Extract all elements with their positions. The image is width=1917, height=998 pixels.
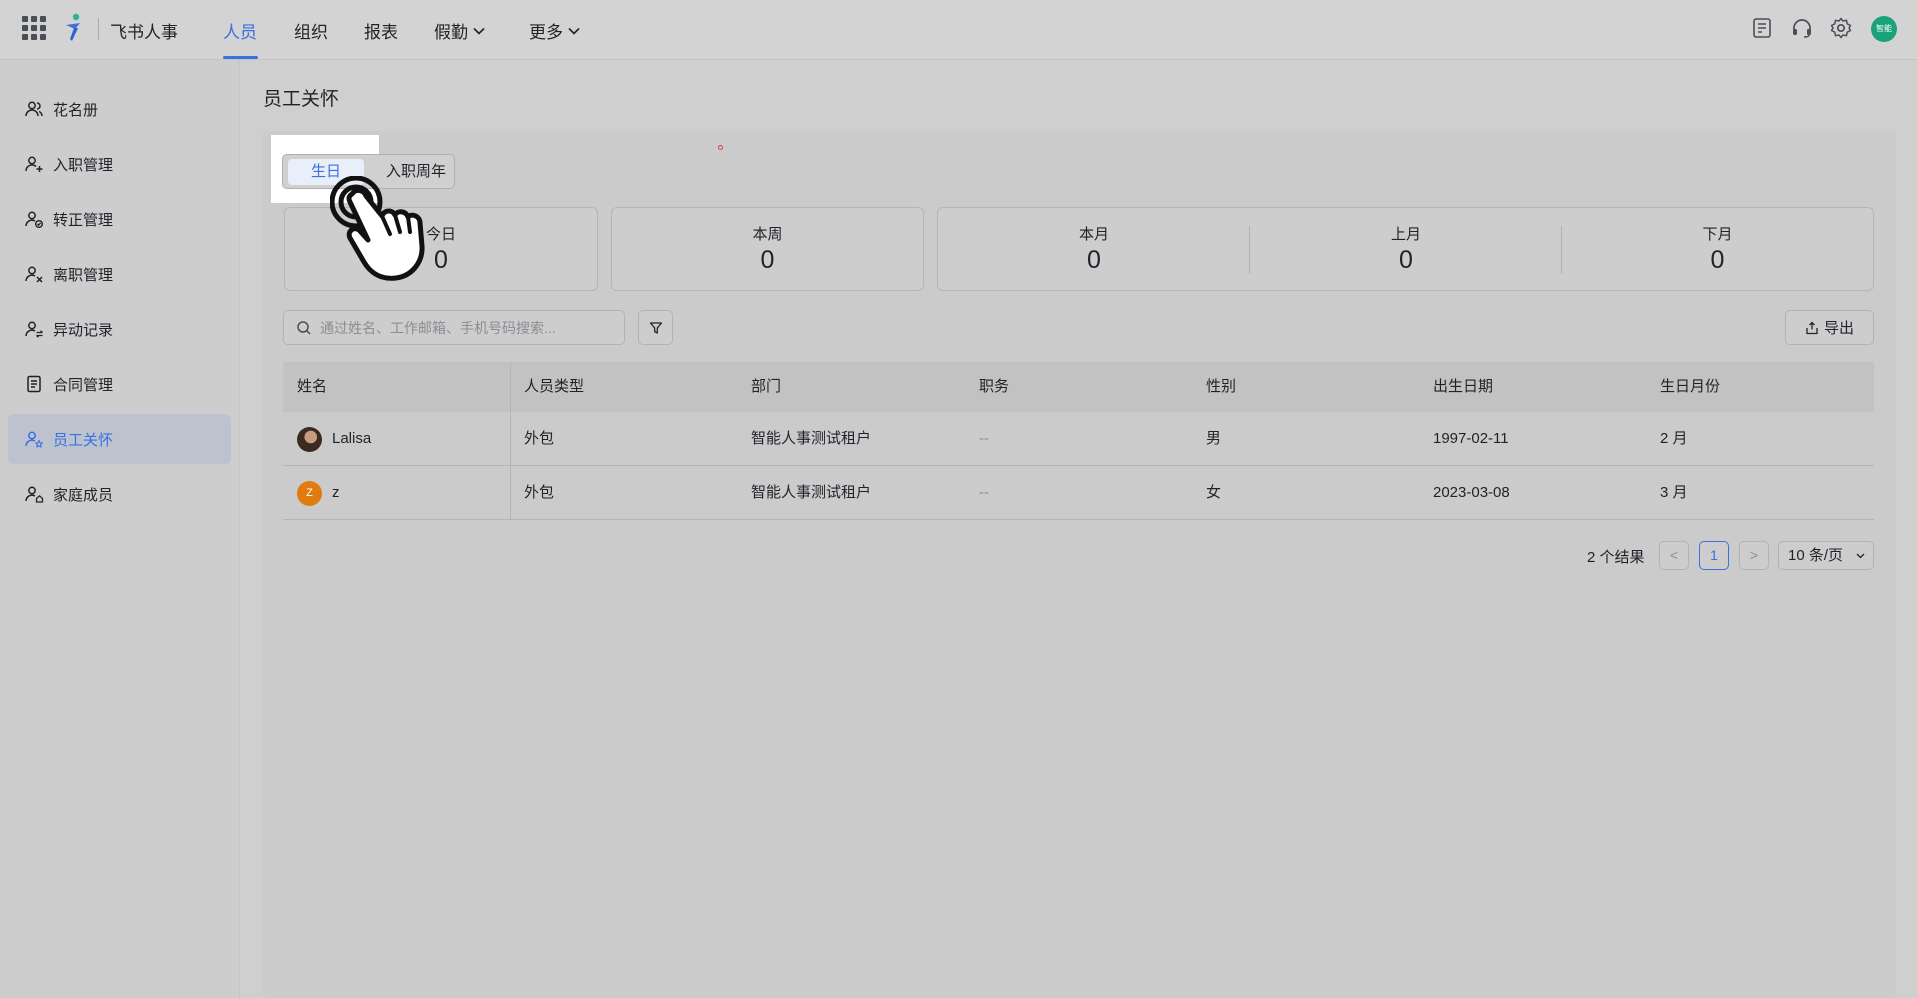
filter-icon	[649, 322, 663, 334]
nav-tab-more[interactable]: 更多	[529, 18, 581, 43]
document-icon	[27, 375, 41, 393]
nav-tab-reports[interactable]: 报表	[364, 18, 398, 43]
sidebar-item-family-members[interactable]: 家庭成员	[8, 469, 231, 519]
indicator-dot	[718, 145, 723, 150]
sidebar-item-employee-care[interactable]: 员工关怀	[8, 414, 231, 464]
nav-tab-organization[interactable]: 组织	[294, 18, 328, 43]
cell-position: --	[979, 430, 989, 447]
page-title: 员工关怀	[263, 89, 340, 110]
user-transfer-icon	[25, 321, 43, 338]
sidebar-item-offboarding[interactable]: 离职管理	[8, 249, 231, 299]
active-tab-indicator	[223, 56, 258, 59]
sidebar: 花名册 入职管理 转正管理 离职管理 异动记录 合同管理 员工关怀 家庭成员	[0, 61, 240, 998]
stat-label: 下月	[1702, 226, 1733, 243]
search-icon	[297, 321, 311, 335]
column-header[interactable]: 姓名	[297, 362, 327, 412]
table-row[interactable]: Z z 外包 智能人事测试租户 -- 女 2023-03-08 3 月	[283, 466, 1874, 520]
tasks-icon[interactable]	[1750, 16, 1774, 40]
sidebar-item-onboarding[interactable]: 入职管理	[8, 139, 231, 189]
table-header: 姓名 人员类型 部门 职务 性别 出生日期 生日月份	[283, 362, 1874, 412]
sidebar-item-label: 转正管理	[53, 211, 114, 229]
sidebar-item-label: 花名册	[53, 101, 99, 119]
nav-tab-people[interactable]: 人员	[223, 18, 257, 43]
column-header[interactable]: 性别	[1206, 362, 1236, 412]
column-header[interactable]: 生日月份	[1660, 362, 1720, 412]
employee-name[interactable]: Lalisa	[332, 412, 371, 466]
stat-card-months: 本月 0 上月 0 下月 0	[937, 207, 1874, 291]
cell-gender: 男	[1206, 430, 1222, 447]
app-grid-icon[interactable]	[22, 16, 46, 40]
cell-gender: 女	[1206, 484, 1222, 501]
user-avatar[interactable]: 智能	[1871, 16, 1897, 42]
sidebar-item-contracts[interactable]: 合同管理	[8, 359, 231, 409]
page-size-select[interactable]: 10 条/页	[1778, 541, 1874, 570]
divider	[98, 18, 99, 40]
avatar	[297, 427, 322, 452]
cell-birth-month: 2 月	[1660, 430, 1688, 447]
page-size-label: 10 条/页	[1788, 547, 1844, 564]
chevron-down-icon	[1856, 553, 1865, 559]
user-star-icon	[25, 431, 43, 448]
sidebar-item-label: 合同管理	[53, 376, 114, 394]
avatar: Z	[297, 481, 322, 506]
column-divider	[510, 362, 511, 520]
export-button[interactable]: 导出	[1785, 310, 1874, 345]
sidebar-item-transfers[interactable]: 异动记录	[8, 304, 231, 354]
cell-birth-date: 2023-03-08	[1433, 484, 1510, 501]
table-row[interactable]: Lalisa 外包 智能人事测试租户 -- 男 1997-02-11 2 月	[283, 412, 1874, 466]
stat-value: 0	[1399, 246, 1413, 274]
people-icon	[25, 101, 43, 117]
employee-name[interactable]: z	[332, 466, 340, 520]
stat-value: 0	[760, 246, 775, 274]
export-label: 导出	[1823, 320, 1854, 337]
column-header[interactable]: 人员类型	[524, 362, 584, 412]
sidebar-item-regularization[interactable]: 转正管理	[8, 194, 231, 244]
sidebar-item-roster[interactable]: 花名册	[8, 84, 231, 134]
cell-type: 外包	[524, 484, 555, 501]
sidebar-item-label: 入职管理	[53, 156, 114, 174]
stat-value: 0	[1710, 246, 1725, 274]
page-1-button[interactable]: 1	[1699, 541, 1729, 570]
search-input[interactable]	[320, 316, 616, 340]
feishu-people-logo	[66, 13, 80, 41]
chevron-down-icon	[473, 27, 485, 35]
nav-tab-attendance[interactable]: 假勤	[434, 18, 486, 43]
cell-department: 智能人事测试租户	[751, 430, 872, 447]
user-check-icon	[25, 211, 43, 228]
column-header[interactable]: 出生日期	[1433, 362, 1493, 412]
stat-value: 0	[1087, 246, 1101, 274]
cell-type: 外包	[524, 430, 555, 447]
result-count: 2 个结果	[1587, 549, 1645, 566]
prev-page-button[interactable]: <	[1659, 541, 1689, 570]
sidebar-item-label: 异动记录	[53, 321, 114, 339]
user-remove-icon	[25, 266, 43, 283]
sidebar-item-label: 家庭成员	[53, 486, 114, 504]
chevron-down-icon	[568, 27, 580, 35]
export-icon	[1806, 321, 1818, 334]
top-bar: 飞书人事 人员 组织 报表 假勤 更多 智能	[0, 0, 1917, 60]
user-add-icon	[25, 156, 43, 172]
user-home-icon	[25, 486, 44, 503]
stat-label: 本月	[1078, 226, 1109, 243]
search-box	[283, 310, 625, 345]
sidebar-item-label: 离职管理	[53, 266, 114, 284]
stat-label: 本周	[752, 226, 783, 243]
cell-department: 智能人事测试租户	[751, 484, 872, 501]
app-title: 飞书人事	[110, 23, 178, 42]
column-header[interactable]: 职务	[979, 362, 1009, 412]
gear-icon[interactable]	[1829, 16, 1853, 40]
stat-card-week: 本周 0	[611, 207, 924, 291]
sidebar-item-label: 员工关怀	[53, 431, 114, 449]
stat-label: 上月	[1390, 226, 1421, 243]
birthday-table: 姓名 人员类型 部门 职务 性别 出生日期 生日月份 Lalisa 外包 智能人…	[283, 362, 1874, 520]
filter-button[interactable]	[638, 310, 673, 345]
tap-hand-cursor-icon	[330, 176, 425, 281]
next-page-button[interactable]: >	[1739, 541, 1769, 570]
cell-birth-month: 3 月	[1660, 484, 1688, 501]
headset-icon[interactable]	[1790, 16, 1814, 40]
cell-position: --	[979, 484, 989, 501]
column-header[interactable]: 部门	[751, 362, 781, 412]
cell-birth-date: 1997-02-11	[1433, 430, 1509, 447]
